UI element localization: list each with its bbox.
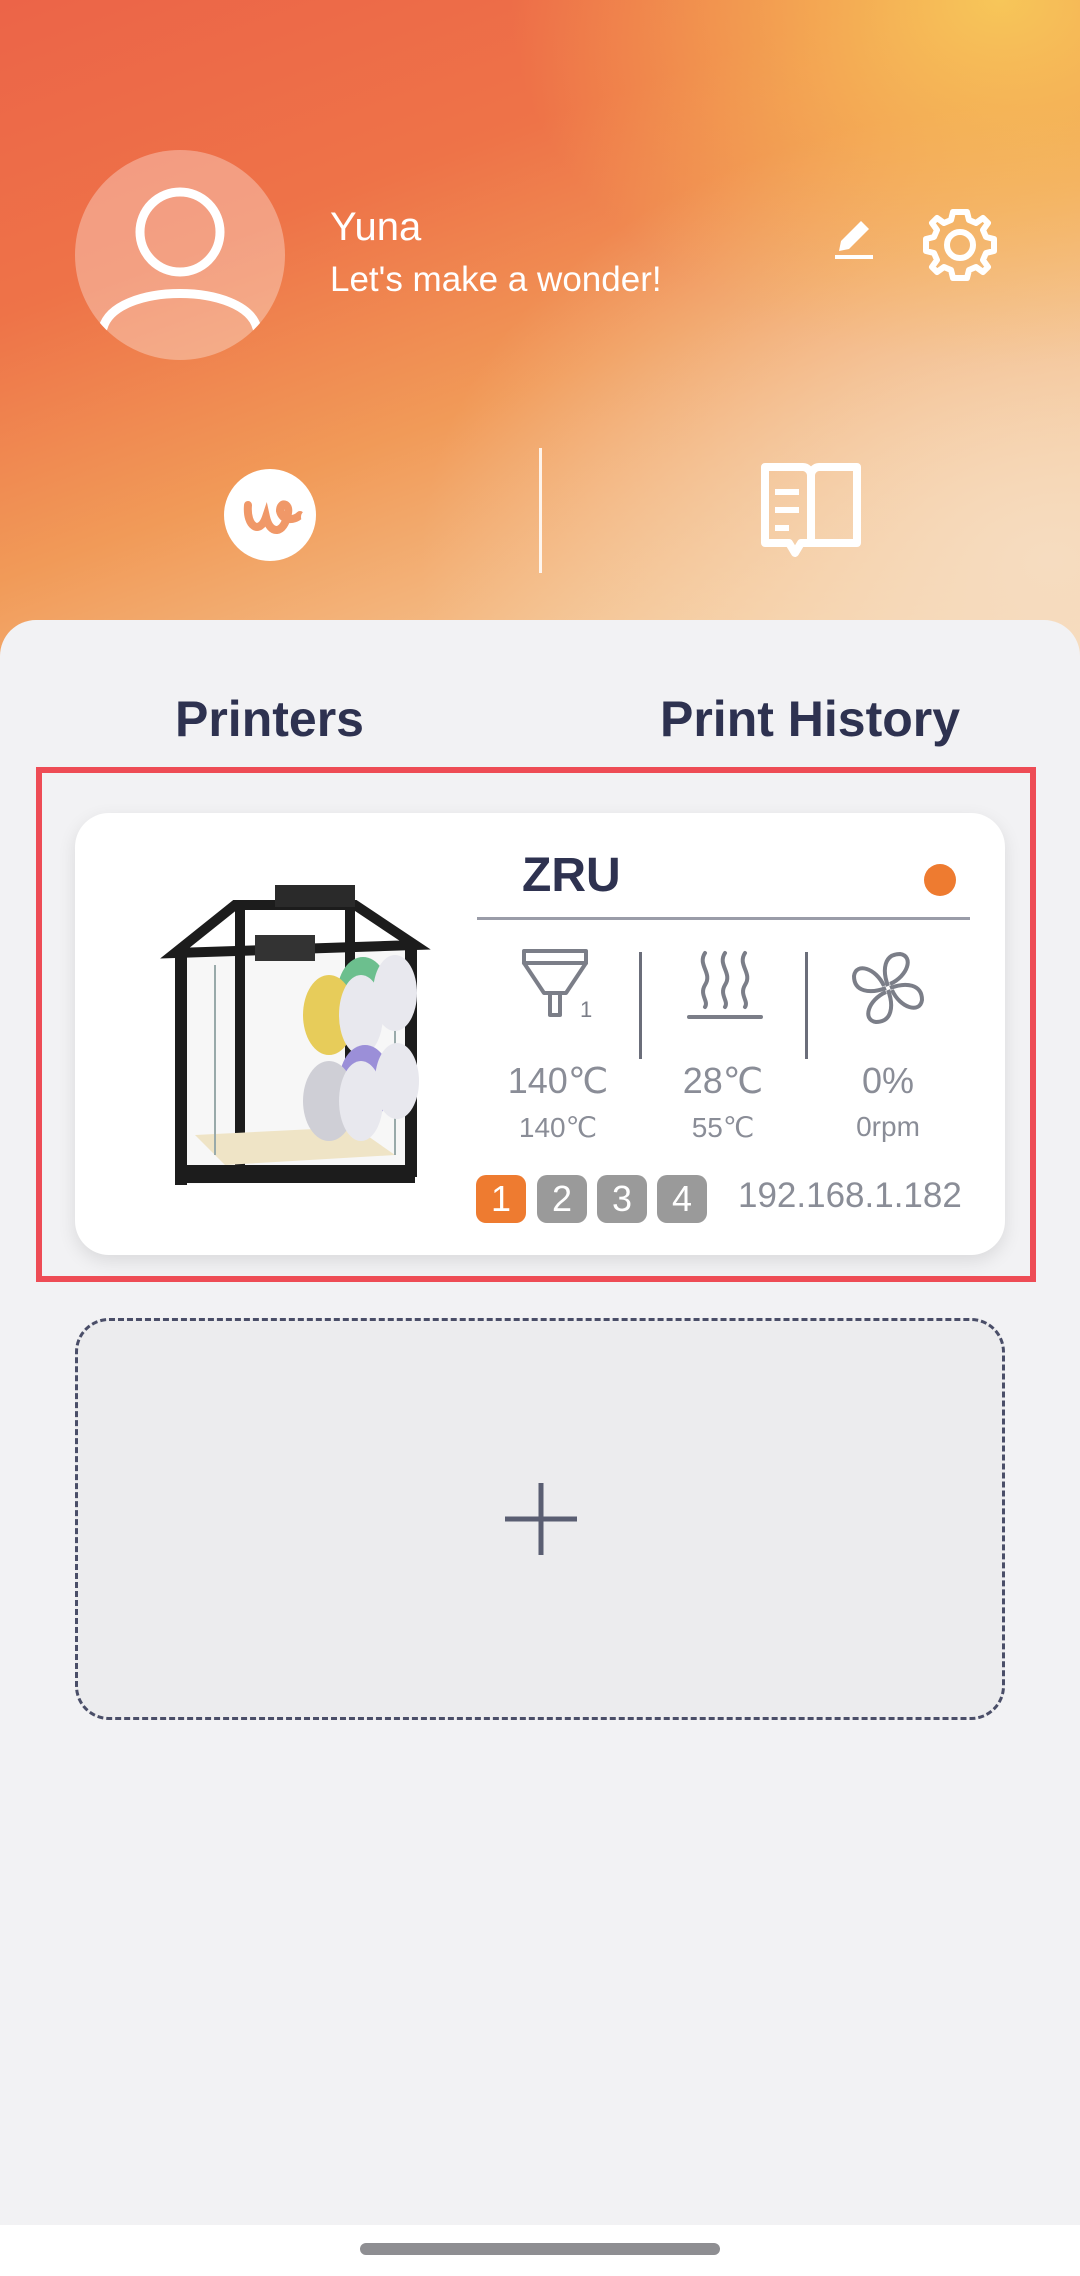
nozzle-target-temperature: 140℃ xyxy=(518,1112,598,1143)
printer-status-indicator xyxy=(924,864,956,896)
name-divider xyxy=(477,917,970,920)
user-name: Yuna xyxy=(330,205,422,249)
edit-profile-button[interactable] xyxy=(825,205,885,265)
printer-ip-address: 192.168.1.182 xyxy=(738,1176,962,1215)
gear-icon xyxy=(923,209,997,281)
heated-bed-icon xyxy=(685,945,765,1025)
fan-speed-rpm: 0rpm xyxy=(856,1111,920,1142)
bed-target-temperature: 55℃ xyxy=(691,1112,755,1143)
home-indicator[interactable] xyxy=(360,2243,720,2255)
user-avatar[interactable] xyxy=(75,150,285,360)
printer-image xyxy=(115,865,455,1195)
fan-icon xyxy=(848,948,928,1028)
wondermaker-button[interactable] xyxy=(210,455,330,575)
settings-button[interactable] xyxy=(915,200,1005,290)
user-motto: Let's make a wonder! xyxy=(330,260,662,299)
wondermaker-logo-icon xyxy=(224,469,316,561)
filament-slot-2[interactable]: 2 xyxy=(537,1175,587,1223)
filament-slot-4[interactable]: 4 xyxy=(657,1175,707,1223)
nozzle-temperature: 140℃ xyxy=(507,1060,609,1101)
fan-speed-percent: 0% xyxy=(861,1060,915,1101)
tab-printers[interactable]: Printers xyxy=(175,690,364,748)
user-avatar-icon xyxy=(98,187,262,333)
pencil-icon xyxy=(835,221,873,259)
printer-name: ZRU xyxy=(522,849,621,902)
bed-temperature: 28℃ xyxy=(682,1060,764,1101)
nozzle-index: 1 xyxy=(580,997,592,1022)
stat-divider-1 xyxy=(639,952,642,1059)
stat-divider-2 xyxy=(805,952,808,1059)
plus-icon xyxy=(503,1481,579,1557)
filament-slot-3[interactable]: 3 xyxy=(597,1175,647,1223)
nozzle-icon: 1 xyxy=(520,945,600,1030)
quick-divider xyxy=(539,448,542,573)
manual-button[interactable] xyxy=(755,455,870,570)
manual-book-icon xyxy=(761,463,861,557)
tab-print-history[interactable]: Print History xyxy=(660,690,960,748)
filament-slot-1[interactable]: 1 xyxy=(476,1175,526,1223)
